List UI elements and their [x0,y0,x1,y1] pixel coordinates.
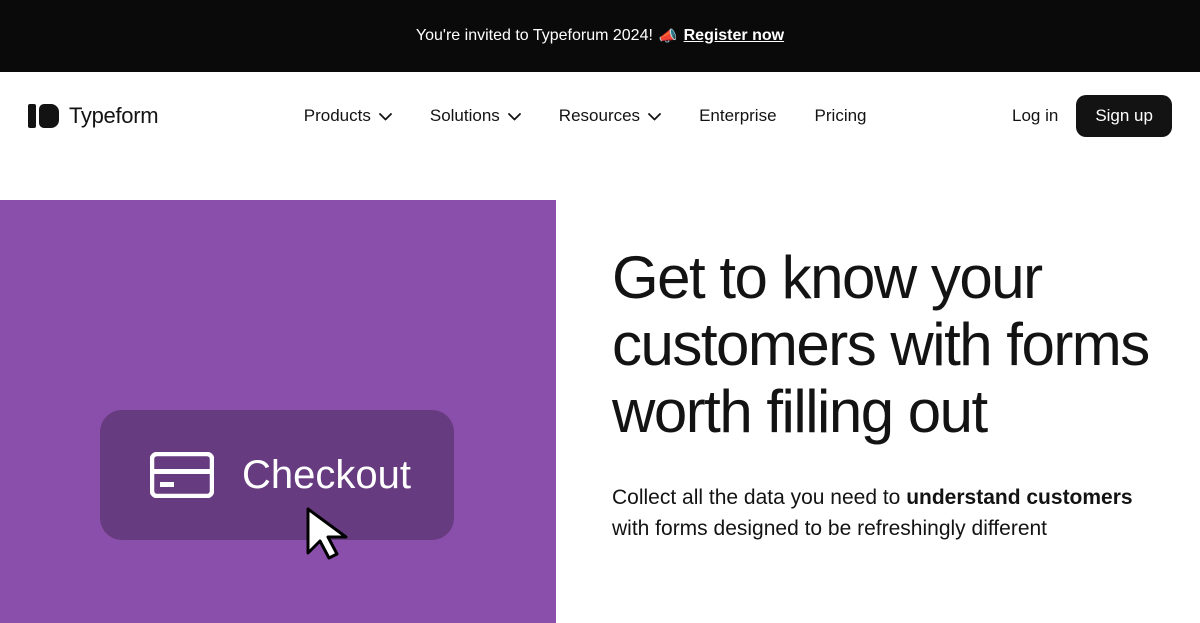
top-nav: Typeform Products Solutions Resources En… [0,72,1200,160]
nav-resources[interactable]: Resources [559,106,661,126]
login-link[interactable]: Log in [1012,106,1058,126]
nav-auth: Log in Sign up [1012,95,1172,137]
nav-products[interactable]: Products [304,106,392,126]
announce-text: You're invited to Typeforum 2024! [416,27,653,45]
brand-logo[interactable]: Typeform [28,103,158,129]
megaphone-icon: 📣 [659,27,678,45]
checkout-button-illustration: Checkout [100,410,454,540]
chevron-down-icon [648,106,661,126]
hero-copy: Get to know your customers with forms wo… [556,200,1200,623]
signup-button[interactable]: Sign up [1076,95,1172,137]
checkout-label: Checkout [242,453,411,498]
hero-illustration: Checkout [0,200,556,623]
subheadline: Collect all the data you need to underst… [612,482,1160,545]
cursor-icon [302,505,356,570]
announce-bar: You're invited to Typeforum 2024! 📣 Regi… [0,0,1200,72]
nav-enterprise[interactable]: Enterprise [699,106,776,126]
nav-pricing[interactable]: Pricing [815,106,867,126]
logo-icon [28,104,59,128]
chevron-down-icon [379,106,392,126]
headline: Get to know your customers with forms wo… [612,244,1160,446]
nav-solutions[interactable]: Solutions [430,106,521,126]
credit-card-icon [150,452,214,498]
chevron-down-icon [508,106,521,126]
announce-link[interactable]: Register now [684,27,784,45]
hero: Checkout Get to know your customers with… [0,200,1200,623]
brand-name: Typeform [69,103,158,129]
nav-menu: Products Solutions Resources Enterprise … [304,106,867,126]
